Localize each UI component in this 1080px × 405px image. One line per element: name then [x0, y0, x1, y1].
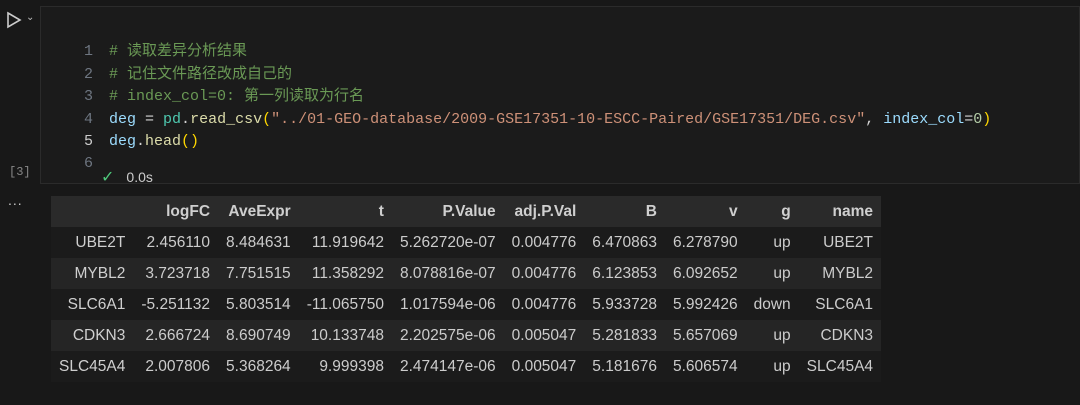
table-row: SLC6A1 -5.251132 5.803514 -11.065750 1.01759… [51, 289, 882, 320]
table-cell: 11.358292 [311, 264, 384, 282]
table-cell: 5.368264 [226, 357, 291, 375]
row-index: CDKN3 [72, 326, 126, 344]
table-cell: UBE2T [823, 233, 874, 251]
code-line: 4 deg = pd.read_csv("../01-GEO-database/2… [83, 110, 992, 128]
table-cell: 6.123853 [592, 264, 657, 282]
table-cell: SLC45A4 [806, 357, 874, 375]
table-header: logFC AveExpr t P.Value adj.P.Val Bv g name [51, 196, 882, 227]
table-cell: 0.004776 [511, 295, 577, 313]
table-cell: 2.666724 [145, 326, 211, 344]
table-cell: -11.065750 [306, 295, 384, 313]
code-line: 3 # index_col=0: 第一列读取为行名 [83, 88, 365, 106]
table-cell: 9.999398 [319, 357, 384, 375]
run-cell-icon[interactable] [4, 10, 24, 30]
row-index: UBE2T [75, 233, 126, 251]
code-editor[interactable]: 1 # 读取差异分析结果 2 # 记住文件路径改成自己的 3 # index_col=0:… [41, 19, 991, 221]
column-header: AveExpr [228, 202, 291, 220]
table-cell: 5.803514 [226, 295, 291, 313]
table-cell: 5.181676 [592, 357, 657, 375]
table-cell: up [773, 264, 791, 282]
table-cell: 2.202575e-06 [399, 326, 496, 344]
column-header: B [645, 202, 657, 220]
table-row: UBE2T 2.456110 8.484631 11.919642 5.262720e-… [51, 227, 882, 258]
code-cell[interactable]: 1 # 读取差异分析结果 2 # 记住文件路径改成自己的 3 # index_col=0:… [40, 6, 1080, 187]
column-header: name [832, 202, 874, 220]
column-header: logFC [166, 202, 211, 220]
table-cell: MYBL2 [822, 264, 874, 282]
table-row: SLC45A4 2.007806 5.368264 9.999398 2.474147e… [51, 351, 882, 382]
execution-time: 0.0s [126, 169, 153, 185]
dataframe-output: logFC AveExpr t P.Value adj.P.Val Bv g name UBE… [51, 196, 882, 382]
table-row: CDKN3 2.666724 8.690749 10.133748 2.202575e-… [51, 320, 882, 351]
table-cell: 2.007806 [145, 357, 211, 375]
table-row: MYBL2 3.723718 7.751515 11.358292 8.078816e-… [51, 258, 882, 289]
table-cell: 0.004776 [511, 233, 577, 251]
row-index: MYBL2 [74, 264, 126, 282]
row-index: SLC45A4 [59, 357, 126, 375]
table-cell: -5.251132 [141, 295, 211, 313]
row-index: SLC6A1 [67, 295, 126, 313]
code-line: 6 [83, 155, 93, 173]
table-cell: 8.078816e-07 [399, 264, 496, 282]
table-cell: 6.470863 [592, 233, 657, 251]
code-line: 1 # 读取差异分析结果 [83, 43, 248, 61]
chevron-down-icon[interactable]: ⌄ [26, 12, 34, 23]
column-header: v [728, 202, 738, 220]
table-cell: 5.262720e-07 [399, 233, 496, 251]
execution-status: ✓ 0.0s [101, 167, 153, 187]
table-cell: 5.933728 [592, 295, 657, 313]
table-cell: up [773, 357, 791, 375]
table-cell: down [753, 295, 791, 313]
table-cell: 5.657069 [672, 326, 738, 344]
code-line: 2 # 记住文件路径改成自己的 [83, 65, 293, 83]
table-cell: 8.690749 [226, 326, 291, 344]
table-cell: 6.092652 [672, 264, 738, 282]
table-cell: 3.723718 [145, 264, 211, 282]
table-cell: 0.005047 [511, 357, 577, 375]
table-cell: 2.474147e-06 [399, 357, 496, 375]
column-header [51, 196, 133, 227]
table-cell: 8.484631 [226, 233, 291, 251]
table-cell: 1.017594e-06 [399, 295, 496, 313]
table-cell: 10.133748 [310, 326, 384, 344]
code-line: 5 deg.head() [83, 133, 200, 151]
table-cell: 0.005047 [511, 326, 577, 344]
table-cell: 0.004776 [511, 264, 577, 282]
table-cell: 2.456110 [146, 233, 211, 251]
execution-count: [3] [9, 165, 31, 179]
table-cell: SLC6A1 [815, 295, 874, 313]
table-cell: 5.281833 [592, 326, 657, 344]
table-cell: 5.992426 [672, 295, 738, 313]
table-cell: 7.751515 [226, 264, 291, 282]
table-cell: 6.278790 [672, 233, 738, 251]
table-cell: up [773, 233, 791, 251]
output-menu-icon[interactable]: ... [8, 192, 23, 208]
table-cell: CDKN3 [820, 326, 874, 344]
check-icon: ✓ [101, 169, 115, 186]
table-cell: up [773, 326, 791, 344]
table-cell: 5.606574 [672, 357, 738, 375]
column-header: t [378, 202, 384, 220]
column-header: adj.P.Val [514, 202, 577, 220]
column-header: g [781, 202, 791, 220]
table-cell: 11.919642 [311, 233, 384, 251]
column-header: P.Value [442, 202, 496, 220]
